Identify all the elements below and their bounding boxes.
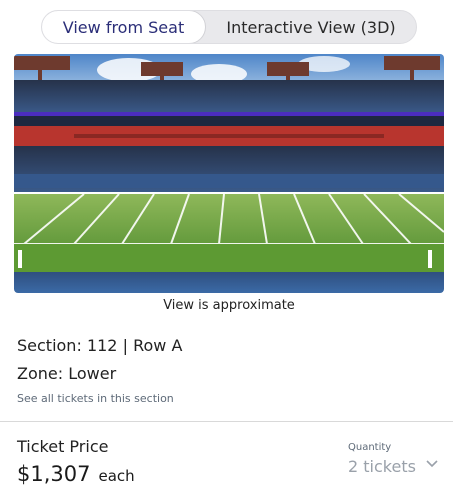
zone-label: Zone: (17, 364, 64, 383)
club-rows (74, 134, 384, 138)
quantity-value: 2 tickets (348, 457, 416, 476)
sideline-grass (14, 244, 444, 272)
club-shadow (14, 116, 444, 126)
ribbon-board (14, 112, 444, 116)
price-unit: each (98, 467, 135, 485)
section-label: Section: (17, 336, 82, 355)
section-value: 112 (86, 336, 118, 355)
stadium-illustration (14, 54, 444, 293)
section-row-info: Section: 112 | Row A (17, 336, 182, 355)
row-label: Row (133, 336, 167, 355)
upper-deck (14, 80, 444, 114)
interactive-view-3d-tab[interactable]: Interactive View (3D) (206, 11, 416, 43)
separator: | (122, 336, 128, 355)
price-row: $1,307 each (17, 462, 135, 486)
field-marker (428, 250, 432, 268)
see-all-tickets-link[interactable]: See all tickets in this section (17, 392, 174, 405)
row-value: A (171, 336, 183, 355)
ticket-price-label: Ticket Price (17, 437, 109, 456)
view-from-seat-tab[interactable]: View from Seat (42, 11, 206, 43)
view-approximate-caption: View is approximate (163, 298, 295, 313)
field-marker (18, 250, 22, 268)
quantity-select[interactable]: Quantity 2 tickets (347, 442, 447, 482)
chevron-down-icon (426, 453, 438, 472)
seat-view-image (14, 54, 444, 293)
ticket-price-value: $1,307 (17, 462, 91, 486)
near-seats (14, 272, 444, 293)
quantity-label: Quantity (348, 442, 392, 453)
divider (0, 421, 453, 422)
view-toggle: View from Seat Interactive View (3D) (41, 10, 417, 44)
zone-value: Lower (68, 364, 117, 383)
zone-info: Zone: Lower (17, 364, 116, 383)
lower-rows (14, 174, 444, 188)
